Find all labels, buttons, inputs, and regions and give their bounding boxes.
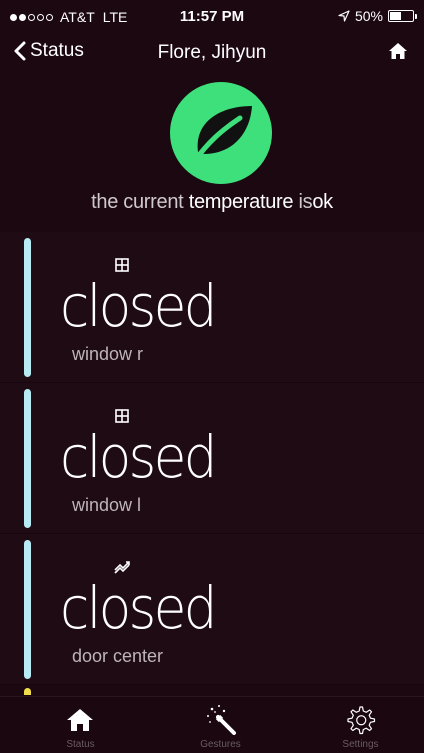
- back-button[interactable]: Status: [14, 40, 84, 62]
- tab-settings[interactable]: Settings: [290, 697, 424, 753]
- sensor-card-window-l[interactable]: closed window l: [0, 383, 424, 534]
- temp-is: is: [298, 191, 313, 213]
- temp-prefix: the current: [91, 191, 184, 213]
- navigation-bar: Status Flore, Jihyun: [0, 30, 424, 76]
- sensor-name: window l: [72, 495, 142, 515]
- sensor-card-door-center[interactable]: closed door center: [0, 534, 424, 685]
- tab-status[interactable]: Status: [10, 697, 151, 753]
- status-indicator-bar: [24, 540, 31, 679]
- sensor-state: closed: [60, 423, 218, 491]
- tab-label: Settings: [342, 739, 379, 750]
- chevron-left-icon: [14, 41, 26, 61]
- next-card-indicator: [24, 688, 31, 695]
- location-arrow-icon: [338, 10, 350, 22]
- sensor-name: window r: [72, 344, 144, 364]
- status-indicator-bar: [24, 238, 31, 377]
- battery-icon: [388, 10, 417, 22]
- home-button[interactable]: [388, 42, 408, 65]
- sensor-list: closed window r closed window l closed d…: [0, 232, 424, 685]
- temperature-status-text: the current temperature isok: [0, 191, 424, 214]
- tab-bar: Status Gestures Settings: [0, 696, 424, 753]
- back-button-label: Status: [30, 40, 84, 61]
- sensor-state: closed: [60, 574, 218, 642]
- tab-gestures[interactable]: Gestures: [150, 697, 291, 753]
- battery-percent: 50%: [354, 8, 383, 24]
- leaf-icon: [170, 82, 272, 184]
- temp-keyword: temperature: [188, 191, 294, 213]
- sensor-state: closed: [60, 272, 218, 340]
- sensor-card-window-r[interactable]: closed window r: [0, 232, 424, 383]
- home-icon: [67, 709, 93, 731]
- status-right: 50%: [338, 8, 417, 24]
- status-bar: AT&T LTE 11:57 PM 50%: [0, 0, 424, 30]
- home-icon: [389, 43, 407, 59]
- temp-state: ok: [312, 191, 333, 213]
- magic-wand-icon: [207, 705, 236, 735]
- tab-label: Gestures: [200, 739, 241, 750]
- status-indicator-bar: [24, 389, 31, 528]
- tab-label: Status: [66, 739, 95, 750]
- gear-icon: [347, 706, 376, 735]
- sensor-name: door center: [72, 646, 164, 666]
